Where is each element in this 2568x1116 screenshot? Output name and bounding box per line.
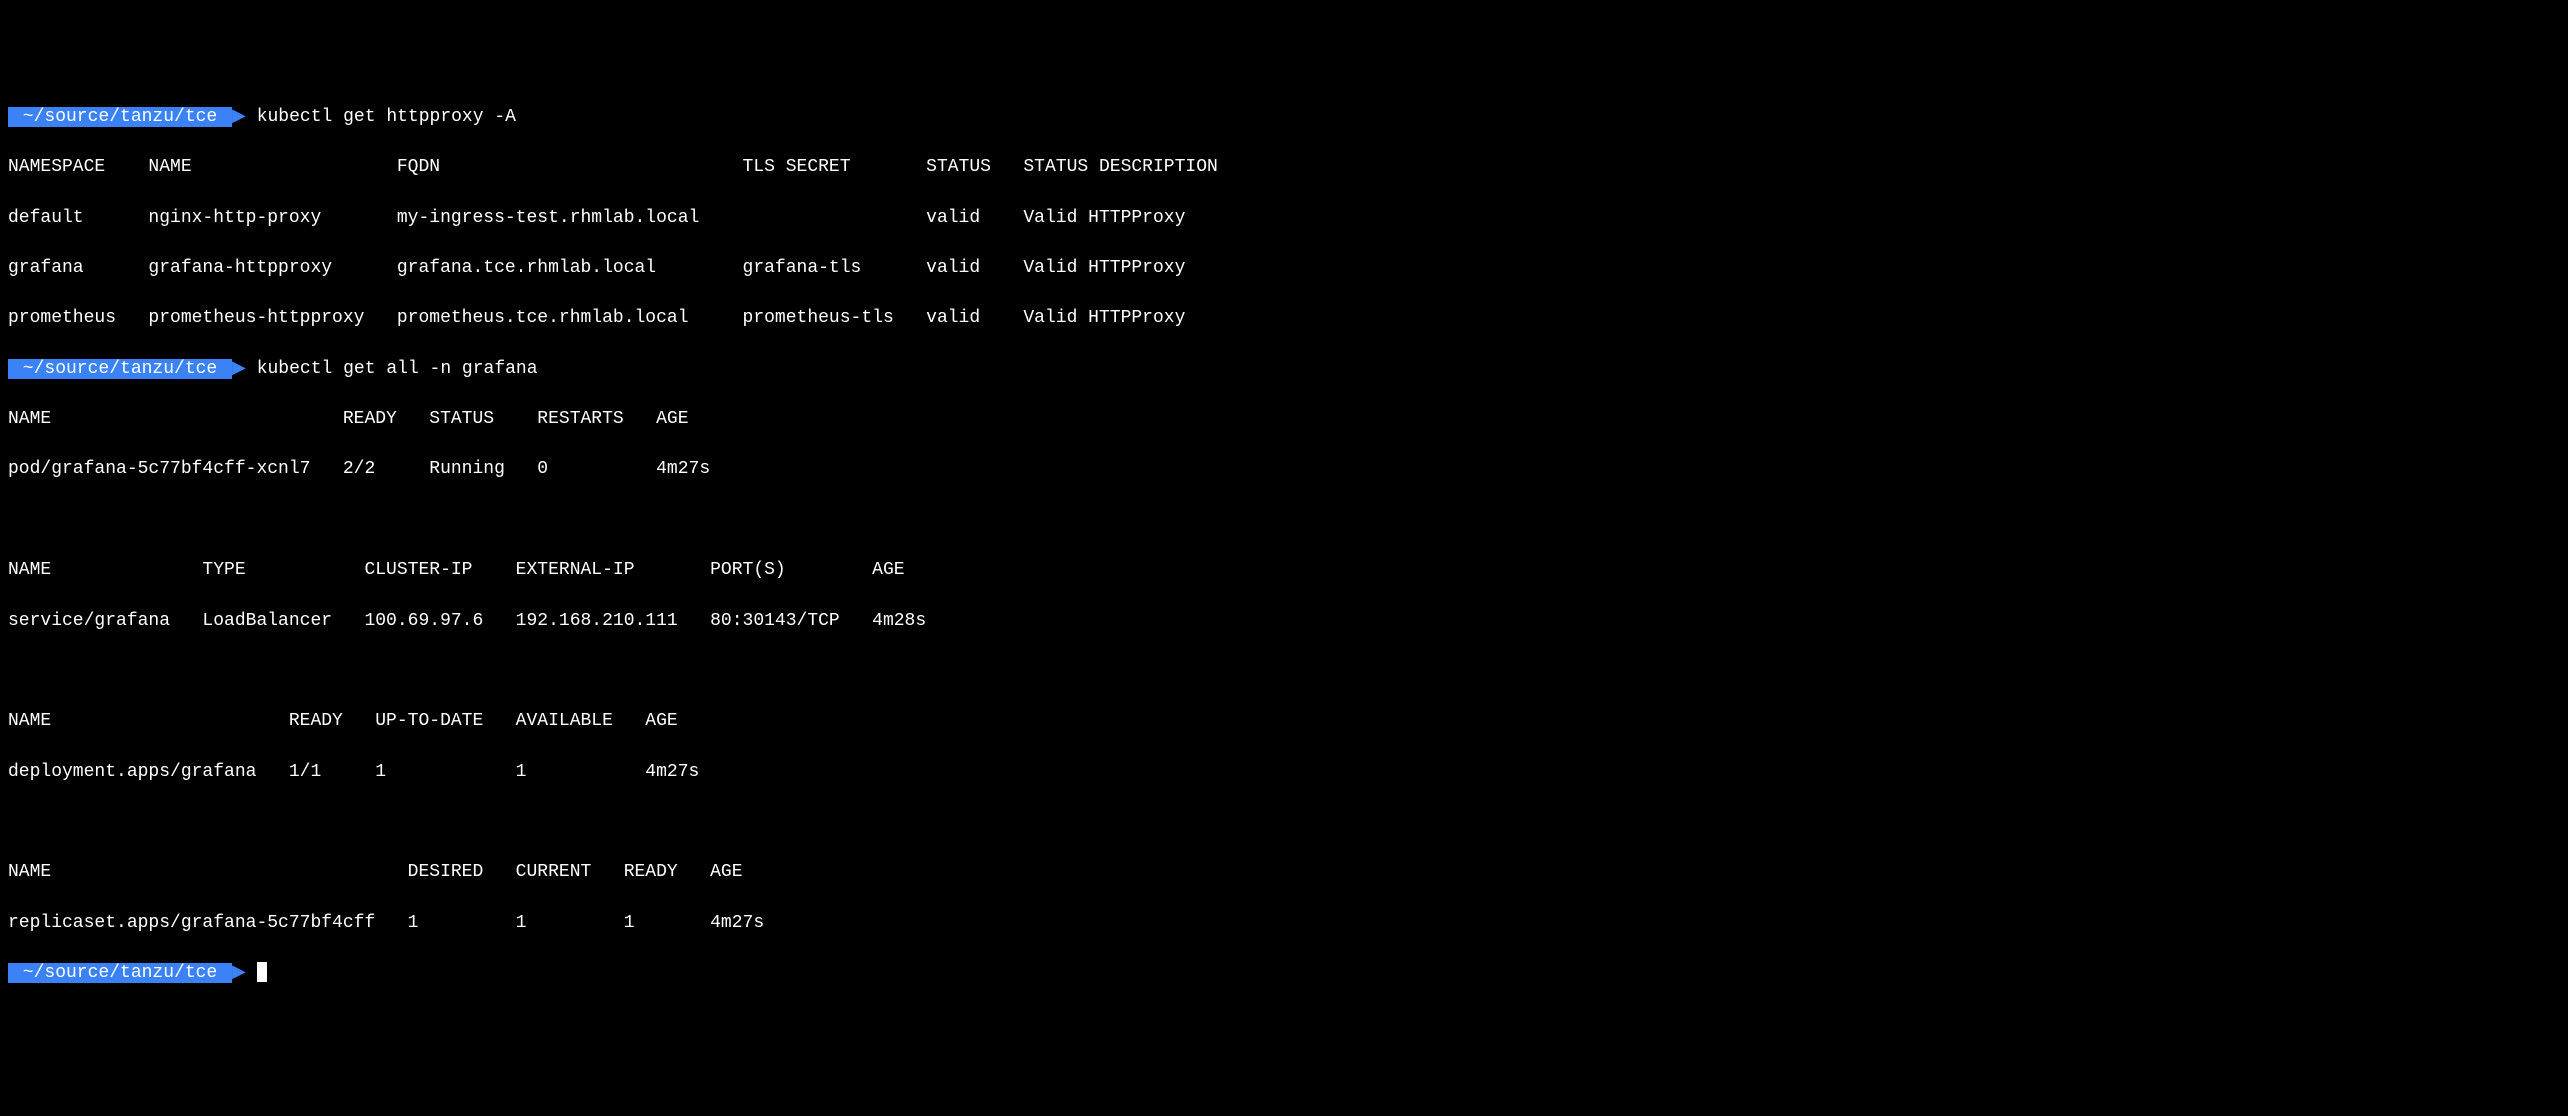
- command-input[interactable]: kubectl get httpproxy -A: [246, 107, 516, 127]
- httpproxy-header: NAMESPACE NAME FQDN TLS SECRET STATUS ST…: [8, 155, 2560, 180]
- httpproxy-row: default nginx-http-proxy my-ingress-test…: [8, 206, 2560, 231]
- pods-header: NAME READY STATUS RESTARTS AGE: [8, 407, 2560, 432]
- deployments-row: deployment.apps/grafana 1/1 1 1 4m27s: [8, 760, 2560, 785]
- prompt-arrow-icon: ▶: [232, 107, 246, 127]
- services-header: NAME TYPE CLUSTER-IP EXTERNAL-IP PORT(S)…: [8, 558, 2560, 583]
- blank-line: [8, 810, 2560, 835]
- blank-line: [8, 508, 2560, 533]
- pods-row: pod/grafana-5c77bf4cff-xcnl7 2/2 Running…: [8, 457, 2560, 482]
- command-input[interactable]: kubectl get all -n grafana: [246, 359, 538, 379]
- cursor[interactable]: [257, 962, 267, 982]
- replicasets-header: NAME DESIRED CURRENT READY AGE: [8, 860, 2560, 885]
- replicasets-row: replicaset.apps/grafana-5c77bf4cff 1 1 1…: [8, 911, 2560, 936]
- httpproxy-row: prometheus prometheus-httpproxy promethe…: [8, 306, 2560, 331]
- blank-line: [8, 659, 2560, 684]
- prompt-path: ~/source/tanzu/tce: [8, 963, 232, 983]
- httpproxy-row: grafana grafana-httpproxy grafana.tce.rh…: [8, 256, 2560, 281]
- prompt-arrow-icon: ▶: [232, 359, 246, 379]
- prompt-path: ~/source/tanzu/tce: [8, 107, 232, 127]
- services-row: service/grafana LoadBalancer 100.69.97.6…: [8, 609, 2560, 634]
- deployments-header: NAME READY UP-TO-DATE AVAILABLE AGE: [8, 709, 2560, 734]
- prompt-arrow-icon: ▶: [232, 963, 246, 983]
- prompt-path: ~/source/tanzu/tce: [8, 359, 232, 379]
